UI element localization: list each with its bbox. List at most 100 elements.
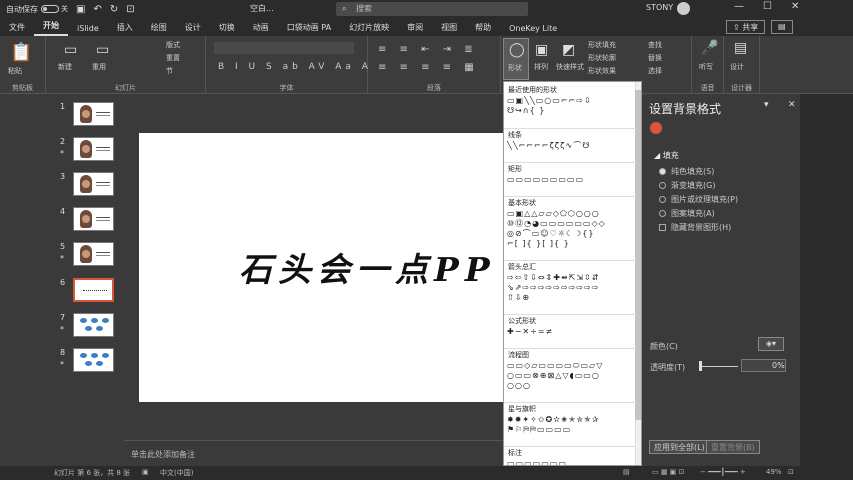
slide-thumbnail[interactable] [73, 313, 114, 337]
font-format-buttons[interactable]: B I U S ab AV Aa A [218, 62, 372, 72]
checkbox[interactable] [659, 224, 666, 231]
close-button[interactable]: ✕ [791, 1, 799, 12]
reuse-slide-icon[interactable]: ▭ [96, 42, 109, 58]
paragraph-align-buttons[interactable]: ≡ ≡ ≡ ≡ ▦ [378, 62, 479, 73]
accessibility-icon[interactable]: ▣ [142, 468, 149, 476]
slide-thumbnail-row[interactable]: 4 [54, 207, 124, 237]
new-slide-icon[interactable]: ▭ [64, 42, 77, 58]
user-name[interactable]: STONY [646, 3, 673, 12]
search-box[interactable]: ⌕ 搜索 [336, 2, 528, 16]
shapes-row[interactable]: ⇧⇩⊕ [504, 293, 636, 303]
shapes-row[interactable]: ✚−✕÷=≠ [504, 327, 636, 337]
slide-title-text[interactable]: 石头会一点PP [239, 243, 496, 291]
notes-toggle[interactable]: ▤ [623, 468, 630, 476]
tab-13[interactable]: OneKey Lite [500, 24, 566, 36]
apply-to-all-button[interactable]: 应用到全部(L) [649, 440, 710, 454]
designer-icon[interactable]: ▤ [734, 40, 747, 56]
transparency-slider-thumb[interactable] [699, 361, 702, 371]
arrange-icon[interactable]: ▣ [535, 42, 548, 58]
fill-radio-option[interactable]: 图案填充(A) [659, 208, 715, 219]
tab-9[interactable]: 幻灯片放映 [340, 22, 398, 36]
shapes-row[interactable]: ◎⊘⌒▭☺♡☼☾☽{} [504, 229, 636, 239]
comment-button[interactable]: ▤ [771, 20, 793, 34]
view-buttons[interactable]: ▭ ▦ ▣ ⊡ [652, 468, 684, 476]
shapes-row[interactable]: ▭▣△△▱▱◇⬠⬡○○○ [504, 209, 636, 219]
paste-icon[interactable]: 📋 [10, 42, 32, 63]
microphone-icon[interactable]: 🎤 [701, 40, 718, 56]
color-picker-button[interactable]: ◈▾ [758, 337, 784, 351]
radio-button[interactable] [659, 182, 666, 189]
tab-5[interactable]: 设计 [176, 22, 210, 36]
radio-button[interactable] [659, 196, 666, 203]
avatar[interactable] [677, 2, 690, 15]
shapes-row[interactable]: ⇨⇦⇧⇩⇔⇕✚⇴⇱⇲⇳⇵ [504, 273, 636, 283]
shape-button[interactable]: ◯ 形状 [503, 38, 529, 80]
fill-radio-option[interactable]: 渐变填充(G) [659, 180, 715, 191]
radio-button[interactable] [659, 168, 666, 175]
shapes-row[interactable]: ☋↪∩{ } [504, 106, 636, 116]
autosave-toggle[interactable] [41, 5, 59, 13]
slide-thumbnail[interactable] [73, 278, 114, 302]
slide-thumbnail-row[interactable]: 7 * [54, 313, 124, 343]
tab-11[interactable]: 视图 [432, 22, 466, 36]
present-icon[interactable]: ⊡ [126, 4, 134, 15]
select-button[interactable]: 选择 [648, 66, 662, 76]
slide-thumbnail[interactable] [73, 242, 114, 266]
fit-slide-icon[interactable]: ⊡ [788, 468, 794, 476]
slide-thumbnail[interactable] [73, 137, 114, 161]
slide-thumbnail-row[interactable]: 2 * [54, 137, 124, 167]
shapes-row[interactable]: ✸✹✦✧✩✪✫✬✭✮✯✰ [504, 415, 636, 425]
language-indicator[interactable]: 中文(中国) [160, 468, 193, 478]
shapes-row[interactable]: ○○○ [504, 381, 636, 391]
tab-6[interactable]: 切换 [210, 22, 244, 36]
shapes-row[interactable]: ╲╲⌐⌐⌐⌐ζζζ∿⌒☋ [504, 141, 636, 151]
zoom-slider[interactable]: − ━━━┃━━━ + [700, 468, 746, 476]
slide-thumbnail[interactable] [73, 348, 114, 372]
tab-1[interactable]: 开始 [34, 20, 68, 36]
fill-radio-option[interactable]: 纯色填充(S) [659, 166, 714, 177]
transparency-slider[interactable] [702, 366, 738, 367]
current-slide[interactable]: 石头会一点PP [139, 133, 504, 402]
transparency-input[interactable]: 0% [741, 359, 786, 372]
shapes-row[interactable]: ▭▣╲╲▭○▭⌐⌐⇨⇩ [504, 96, 636, 106]
shapes-row[interactable]: ○▭▭⊗⊕⊠△▽◖▭▭○ [504, 371, 636, 381]
radio-button[interactable] [659, 210, 666, 217]
redo-icon[interactable]: ↻ [110, 4, 118, 15]
pane-options-icon[interactable]: ▾ [764, 100, 769, 110]
zoom-level[interactable]: 49% [766, 468, 782, 476]
tab-12[interactable]: 帮助 [466, 22, 500, 36]
shapes-row[interactable]: ⚑⚐⛿⛿▭▭▭▭ [504, 425, 636, 435]
save-icon[interactable]: ▣ [76, 4, 85, 15]
shapes-row[interactable]: ▭▭◇▱▭▭▭▭⬭▭▱▽ [504, 361, 636, 371]
shapes-row[interactable]: ⑩⑫◔◕▭▭▭▭▭▭◇◇ [504, 219, 636, 229]
tab-3[interactable]: 插入 [108, 22, 142, 36]
tab-10[interactable]: 审阅 [398, 22, 432, 36]
share-button[interactable]: ⇪ 共享 [726, 20, 766, 34]
shapes-row[interactable]: ▭▭▭▭▭▭▭ [504, 459, 636, 465]
slide-thumbnail[interactable] [73, 207, 114, 231]
shape-outline-button[interactable]: 形状轮廓 [588, 53, 616, 63]
restore-button[interactable]: ☐ [763, 1, 772, 12]
tab-4[interactable]: 绘图 [142, 22, 176, 36]
pane-close-icon[interactable]: ✕ [788, 100, 796, 110]
shapes-row[interactable]: ⇘⇗⇨⇨⇨⇨⇨⇨⇨⇨⇨⇨ [504, 283, 636, 293]
layout-button[interactable]: 版式 [166, 40, 180, 50]
slide-thumbnail-row[interactable]: 5 * [54, 242, 124, 272]
slide-thumbnail[interactable] [73, 102, 114, 126]
replace-button[interactable]: 替换 [648, 53, 662, 63]
slide-thumbnail-row[interactable]: 3 [54, 172, 124, 202]
tab-7[interactable]: 动画 [244, 22, 278, 36]
hide-graphics-checkbox[interactable]: 隐藏背景图形(H) [659, 222, 731, 233]
fill-bucket-icon[interactable] [650, 122, 662, 134]
find-button[interactable]: 查找 [648, 40, 662, 50]
fill-radio-option[interactable]: 图片或纹理填充(P) [659, 194, 738, 205]
shape-fill-button[interactable]: 形状填充 [588, 40, 616, 50]
slide-thumbnail-row[interactable]: 6 [54, 278, 124, 308]
slide-thumbnail-row[interactable]: 8 * [54, 348, 124, 378]
shape-effects-button[interactable]: 形状效果 [588, 66, 616, 76]
slide-thumbnail[interactable] [73, 172, 114, 196]
undo-icon[interactable]: ↶ [93, 4, 101, 15]
notes-pane[interactable]: 单击此处添加备注 [124, 440, 504, 464]
section-button[interactable]: 节 [166, 66, 173, 76]
shapes-row[interactable]: ▭▭▭▭▭▭▭▭▭ [504, 175, 636, 185]
